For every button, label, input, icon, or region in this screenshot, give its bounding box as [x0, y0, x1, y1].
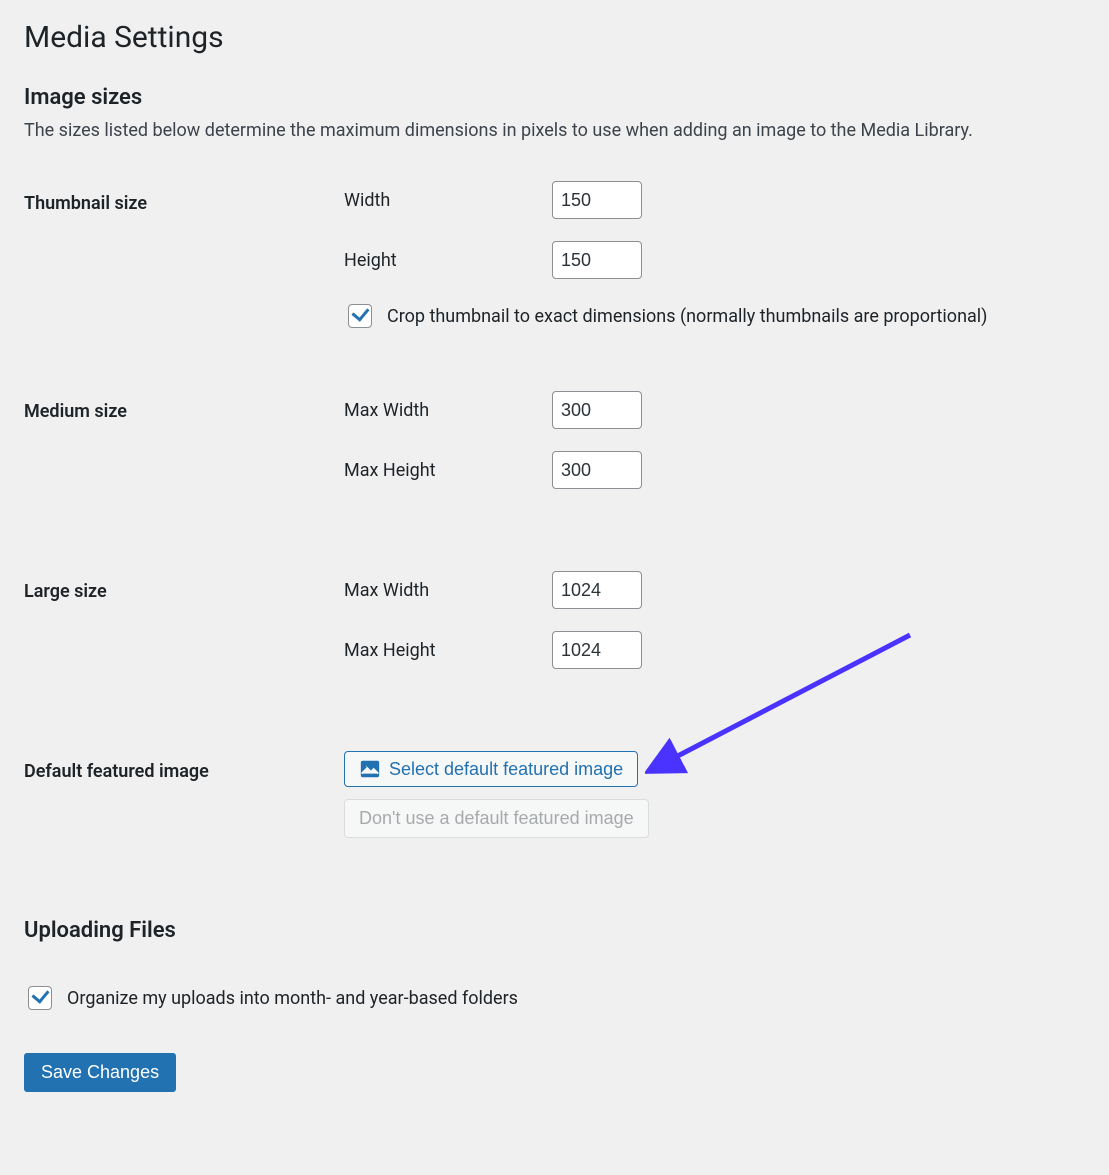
image-sizes-description: The sizes listed below determine the max… — [24, 120, 1085, 141]
uploading-files-heading: Uploading Files — [24, 918, 1085, 943]
medium-max-width-label: Max Width — [344, 400, 552, 421]
save-changes-button[interactable]: Save Changes — [24, 1053, 176, 1092]
organize-uploads-checkbox[interactable] — [28, 986, 52, 1010]
thumbnail-crop-checkbox[interactable] — [348, 304, 372, 328]
medium-max-height-input[interactable] — [552, 451, 642, 489]
medium-max-width-input[interactable] — [552, 391, 642, 429]
thumbnail-width-input[interactable] — [552, 181, 642, 219]
large-max-width-input[interactable] — [552, 571, 642, 609]
thumbnail-height-input[interactable] — [552, 241, 642, 279]
medium-max-height-label: Max Height — [344, 460, 552, 481]
page-title: Media Settings — [24, 20, 1085, 55]
default-featured-label: Default featured image — [24, 711, 344, 858]
select-default-featured-button[interactable]: Select default featured image — [344, 751, 638, 787]
dont-use-default-button-label: Don't use a default featured image — [359, 808, 634, 828]
organize-uploads-label: Organize my uploads into month- and year… — [67, 988, 518, 1009]
image-icon — [359, 758, 381, 780]
large-size-label: Large size — [24, 531, 344, 711]
large-max-height-label: Max Height — [344, 640, 552, 661]
thumbnail-size-label: Thumbnail size — [24, 181, 344, 351]
large-max-width-label: Max Width — [344, 580, 552, 601]
medium-size-label: Medium size — [24, 351, 344, 531]
image-sizes-heading: Image sizes — [24, 85, 1085, 110]
thumbnail-width-label: Width — [344, 190, 552, 211]
thumbnail-crop-label: Crop thumbnail to exact dimensions (norm… — [387, 306, 987, 327]
dont-use-default-button: Don't use a default featured image — [344, 799, 649, 838]
thumbnail-height-label: Height — [344, 250, 552, 271]
select-default-featured-button-label: Select default featured image — [389, 759, 623, 780]
large-max-height-input[interactable] — [552, 631, 642, 669]
